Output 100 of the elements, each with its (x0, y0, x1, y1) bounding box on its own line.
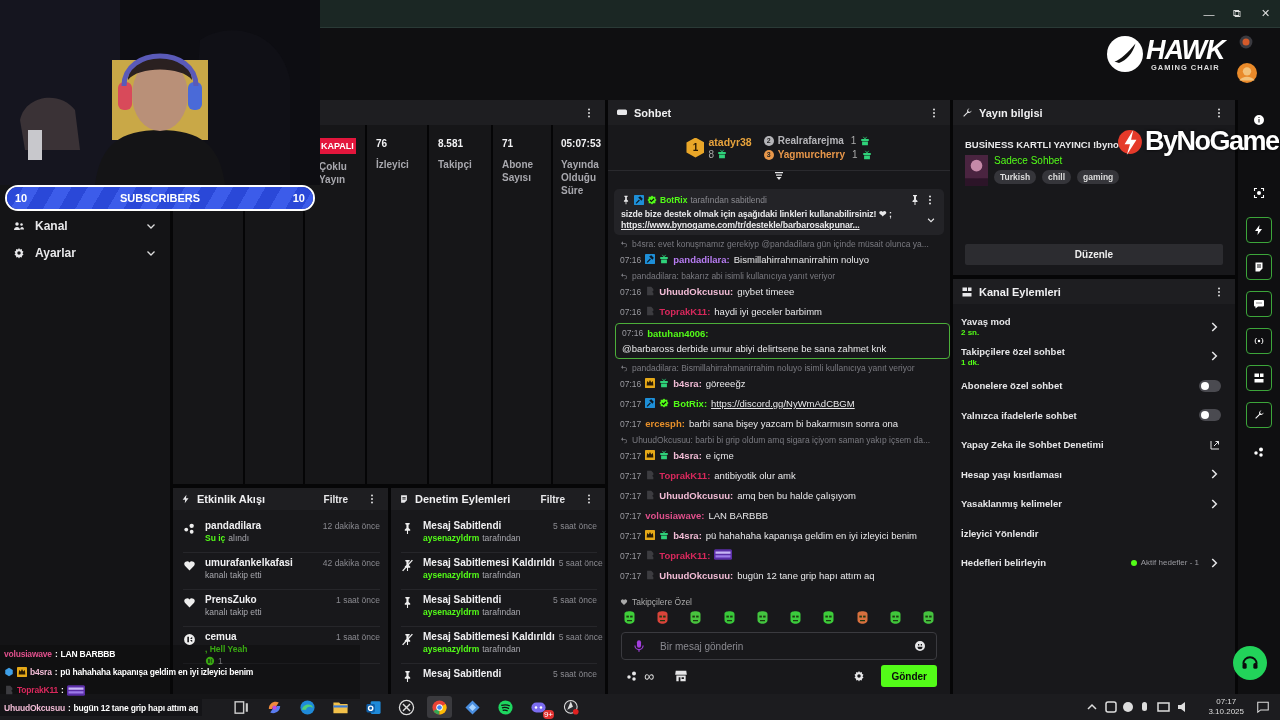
username[interactable]: cemua (205, 631, 237, 642)
emote-icon[interactable] (655, 610, 671, 625)
action-label[interactable]: Hedefleri belirleyin (961, 557, 1123, 569)
reply-icon (620, 240, 628, 248)
username[interactable]: ToprakK11: (659, 470, 711, 481)
sidebar-button[interactable] (1246, 328, 1272, 354)
tag[interactable]: gaming (1077, 170, 1120, 184)
shield-badge-icon (645, 286, 656, 296)
taskbar-app[interactable]: 9+ (526, 696, 551, 718)
nav-item[interactable]: Kanal (0, 213, 170, 239)
username[interactable]: Realrafarejma (777, 135, 844, 146)
layout-icon (961, 285, 973, 298)
username[interactable]: b4sra: (673, 530, 702, 541)
emote-icon[interactable] (622, 610, 637, 625)
emote-icon[interactable] (788, 610, 804, 625)
reply-preview: UhuudOkcusuu: barbi bi grip oldum amq sigara içiyom saman yakıp içsem da... (632, 435, 931, 445)
send-button[interactable]: Gönder (881, 665, 937, 687)
scroll-down-icon[interactable] (773, 170, 785, 182)
sidebar-button[interactable] (1246, 254, 1272, 280)
external-link-icon[interactable] (1209, 438, 1221, 451)
nav-item[interactable]: Ayarlar (0, 240, 170, 266)
avatar-icon[interactable] (1237, 63, 1257, 83)
dots-icon (1253, 446, 1265, 458)
notification-icon[interactable] (1256, 700, 1270, 714)
sidebar-button[interactable] (1246, 217, 1272, 243)
message-input[interactable]: Bir mesaj gönderin (658, 639, 902, 653)
username[interactable]: atadyr38 (708, 135, 752, 148)
panel-title: Sohbet (634, 106, 672, 119)
action-label[interactable]: Takipçilere özel sohbet (961, 345, 1199, 357)
username[interactable]: volusiawave: (645, 510, 705, 521)
message-text: barbi sana bişey yazcam bi bakarmısın sonra ona (688, 418, 898, 429)
tag[interactable]: Turkish (994, 170, 1037, 184)
emote-icon[interactable] (821, 610, 837, 625)
username[interactable]: pandadilara (205, 520, 262, 531)
clock-date[interactable]: 3.10.2025 (1208, 707, 1244, 717)
username[interactable]: ToprakK11: (659, 306, 711, 317)
stat-label: Çoklu Yayın (319, 160, 348, 186)
store-icon[interactable] (674, 669, 688, 683)
username[interactable]: UhuudOkcusuu: (659, 286, 734, 297)
focus-icon (1253, 187, 1265, 199)
action-title: Mesaj Sabitlemesi Kaldırıldı (423, 631, 555, 642)
unpin-icon (401, 633, 414, 646)
action-label[interactable]: Hesap yaşı kısıtlaması (961, 468, 1199, 480)
tag[interactable]: chill (1042, 170, 1072, 184)
window-control[interactable]: ⧉ (1230, 7, 1244, 20)
action-label[interactable]: Yavaş mod (961, 316, 1199, 328)
username[interactable]: UhuudOkcusuu: (659, 570, 734, 581)
message-text: göreeeğz (705, 378, 746, 389)
username[interactable]: UhuudOkcusuu: (659, 490, 734, 501)
username[interactable]: Yagmurcherry (777, 149, 845, 160)
shield-badge-icon (645, 306, 656, 316)
edit-button[interactable]: Düzenle (965, 244, 1223, 265)
settings-icon[interactable] (853, 670, 866, 682)
sidebar-button[interactable] (1246, 402, 1272, 428)
stat-value: 05:07:53 (561, 138, 602, 149)
username[interactable]: pandadilara: (673, 254, 730, 265)
dots-icon[interactable] (626, 670, 638, 682)
username[interactable]: PrensZuko (205, 594, 257, 605)
username[interactable]: umurafankelkafasi (205, 557, 293, 568)
bolt-icon (181, 494, 191, 504)
username[interactable]: ercesph: (645, 418, 685, 429)
action-label[interactable]: Yapay Zeka ile Sohbet Denetimi (961, 439, 1201, 451)
event-time: 5 saat önce (553, 521, 597, 531)
username[interactable]: aysenazyldrm (423, 607, 480, 617)
filter-button[interactable]: Filtre (540, 493, 565, 505)
action-label[interactable]: Abonelere özel sohbet (961, 380, 1191, 392)
clock-time[interactable]: 07:17 (1216, 697, 1237, 707)
username[interactable]: BotRix (660, 195, 688, 205)
username[interactable]: ToprakK11: (659, 550, 711, 561)
action-label[interactable]: İzleyici Yönlendir (961, 527, 1221, 539)
message-field[interactable]: Bir mesaj gönderin (621, 632, 937, 660)
emoji-icon[interactable] (914, 640, 926, 652)
action-label[interactable]: Yasaklanmış kelimeler (961, 498, 1199, 510)
sidebar-button[interactable] (1246, 365, 1272, 391)
link[interactable]: https://discord.gg/NyWmAdCBGM (711, 398, 855, 409)
taskbar-app[interactable] (427, 696, 452, 718)
microphone-icon[interactable] (632, 639, 646, 653)
emote-icon[interactable] (688, 610, 704, 625)
username[interactable]: aysenazyldrm (423, 570, 480, 580)
category-link[interactable]: Sadece Sohbet (994, 155, 1120, 166)
toggle-switch[interactable] (1199, 409, 1221, 422)
toggle-switch[interactable] (1199, 379, 1221, 392)
username[interactable]: aysenazyldrm (423, 644, 480, 654)
username[interactable]: BotRix: (673, 398, 708, 409)
sidebar-button[interactable] (1246, 291, 1272, 317)
username[interactable]: aysenazyldrm (423, 533, 480, 543)
username: volusiawave (4, 649, 52, 659)
info-icon (1253, 114, 1265, 126)
username[interactable]: b4sra: (673, 450, 702, 461)
action-label[interactable]: Yalnızca ifadelerle sohbet (961, 409, 1191, 421)
stat-value: 71 (502, 138, 514, 149)
reward-name: , Hell Yeah (205, 644, 248, 654)
profile-icon[interactable] (1239, 35, 1253, 49)
username[interactable]: b4sra: (673, 378, 702, 389)
username[interactable]: batuhan4006: (647, 326, 709, 341)
window-control[interactable]: — (1202, 7, 1216, 20)
window-control[interactable]: ✕ (1258, 7, 1272, 20)
event-text: kanalı takip etti (205, 570, 262, 580)
filter-button[interactable]: Filtre (323, 493, 348, 505)
link[interactable]: https://www.bynogame.com/tr/destekle/barbarosakpunar... (621, 220, 918, 230)
